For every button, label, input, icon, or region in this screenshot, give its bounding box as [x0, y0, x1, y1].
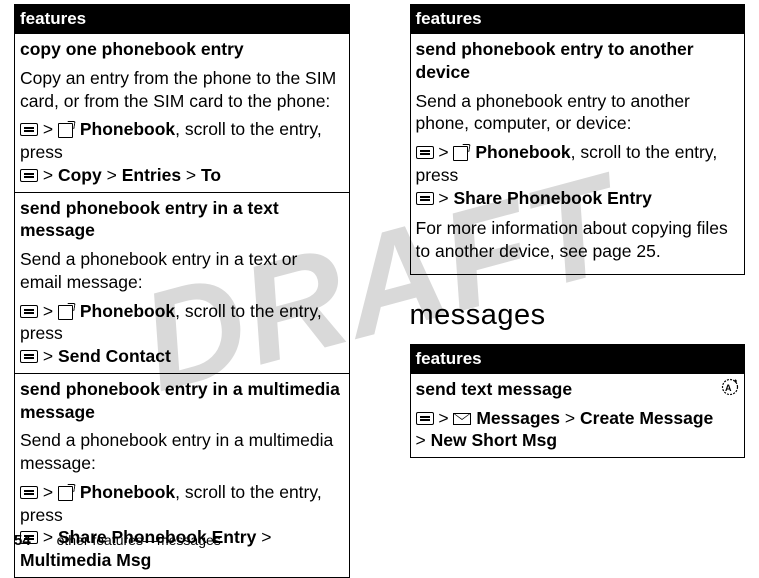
nav-item: Share Phonebook Entry	[453, 188, 651, 208]
section-heading: messages	[410, 299, 746, 332]
gt-separator: >	[261, 527, 271, 547]
feature-cell: send phonebook entry to another device S…	[410, 34, 745, 275]
menu-key-icon	[20, 169, 38, 182]
feature-cell: send phonebook entry in a text message S…	[15, 192, 350, 373]
table-header: features	[15, 5, 350, 34]
gt-separator: >	[438, 142, 448, 162]
menu-key-icon	[416, 412, 434, 425]
feature-nav-line2: > Send Contact	[20, 345, 344, 368]
feature-nav-line2: > New Short Msg	[416, 429, 722, 452]
feature-title: copy one phonebook entry	[20, 38, 344, 61]
gt-separator: >	[43, 165, 53, 185]
feature-body: Send a phonebook entry to another phone,…	[416, 90, 740, 136]
phonebook-icon	[58, 305, 75, 319]
gt-separator: >	[438, 408, 448, 428]
feature-after: For more information about copying files…	[416, 217, 740, 263]
nav-item: Phonebook	[80, 482, 175, 502]
menu-key-icon	[20, 531, 38, 544]
gt-separator: >	[43, 482, 53, 502]
menu-key-icon	[416, 192, 434, 205]
feature-title: send phonebook entry in a text message	[20, 197, 344, 243]
feature-nav-line2: > Share Phonebook Entry > Multimedia Msg	[20, 526, 344, 572]
nav-item: New Short Msg	[431, 430, 557, 450]
nav-item: To	[201, 165, 221, 185]
nav-item: Entries	[122, 165, 181, 185]
page-content: features copy one phonebook entry Copy a…	[14, 0, 745, 578]
features-table-right-bottom: features send text message > Messages > …	[410, 344, 746, 458]
gt-separator: >	[186, 165, 196, 185]
features-table-left: features copy one phonebook entry Copy a…	[14, 4, 350, 578]
gt-separator: >	[107, 165, 117, 185]
feature-cell: send phonebook entry in a multimedia mes…	[15, 373, 350, 577]
feature-nav-line1: > Phonebook, scroll to the entry, press	[20, 481, 344, 527]
menu-key-icon	[20, 486, 38, 499]
feature-nav-line1: > Phonebook, scroll to the entry, press	[20, 118, 344, 164]
right-column: features send phonebook entry to another…	[410, 4, 746, 578]
phonebook-icon	[58, 123, 75, 137]
feature-nav-line1: > Phonebook, scroll to the entry, press	[20, 300, 344, 346]
menu-key-icon	[20, 350, 38, 363]
feature-body: Copy an entry from the phone to the SIM …	[20, 67, 344, 113]
gt-separator: >	[43, 346, 53, 366]
gt-separator: >	[416, 430, 426, 450]
feature-nav-line2: > Copy > Entries > To	[20, 164, 344, 187]
left-column: features copy one phonebook entry Copy a…	[14, 4, 350, 578]
menu-key-icon	[20, 123, 38, 136]
phonebook-icon	[453, 146, 470, 160]
gt-separator: >	[43, 527, 53, 547]
menu-key-icon	[20, 305, 38, 318]
feature-nav-line1: > Phonebook, scroll to the entry, press	[416, 141, 740, 187]
gt-separator: >	[43, 119, 53, 139]
feature-body: Send a phonebook entry in a multimedia m…	[20, 429, 344, 475]
menu-key-icon	[416, 146, 434, 159]
feature-body: Send a phonebook entry in a text or emai…	[20, 248, 344, 294]
gt-separator: >	[565, 408, 575, 428]
feature-title: send phonebook entry to another device	[416, 38, 740, 84]
nav-item: Share Phonebook Entry	[58, 527, 256, 547]
nav-item: Phonebook	[80, 119, 175, 139]
nav-item: Multimedia Msg	[20, 550, 151, 570]
nav-item: Create Message	[580, 408, 713, 428]
operator-charge-icon	[721, 378, 739, 396]
gt-separator: >	[43, 301, 53, 321]
feature-nav-line2: > Share Phonebook Entry	[416, 187, 740, 210]
feature-title: send text message	[416, 378, 722, 401]
phonebook-icon	[58, 486, 75, 500]
nav-item: Phonebook	[475, 142, 570, 162]
nav-item: Send Contact	[58, 346, 171, 366]
feature-title: send phonebook entry in a multimedia mes…	[20, 378, 344, 424]
nav-item: Phonebook	[80, 301, 175, 321]
table-header: features	[410, 5, 745, 34]
feature-cell: copy one phonebook entry Copy an entry f…	[15, 34, 350, 193]
table-header: features	[410, 344, 745, 373]
feature-nav-line1: > Messages > Create Message	[416, 407, 722, 430]
features-table-right-top: features send phonebook entry to another…	[410, 4, 746, 275]
nav-item: Messages	[476, 408, 560, 428]
feature-cell: send text message > Messages > Create Me…	[410, 373, 745, 457]
envelope-icon	[453, 413, 471, 425]
gt-separator: >	[438, 188, 448, 208]
nav-item: Copy	[58, 165, 102, 185]
